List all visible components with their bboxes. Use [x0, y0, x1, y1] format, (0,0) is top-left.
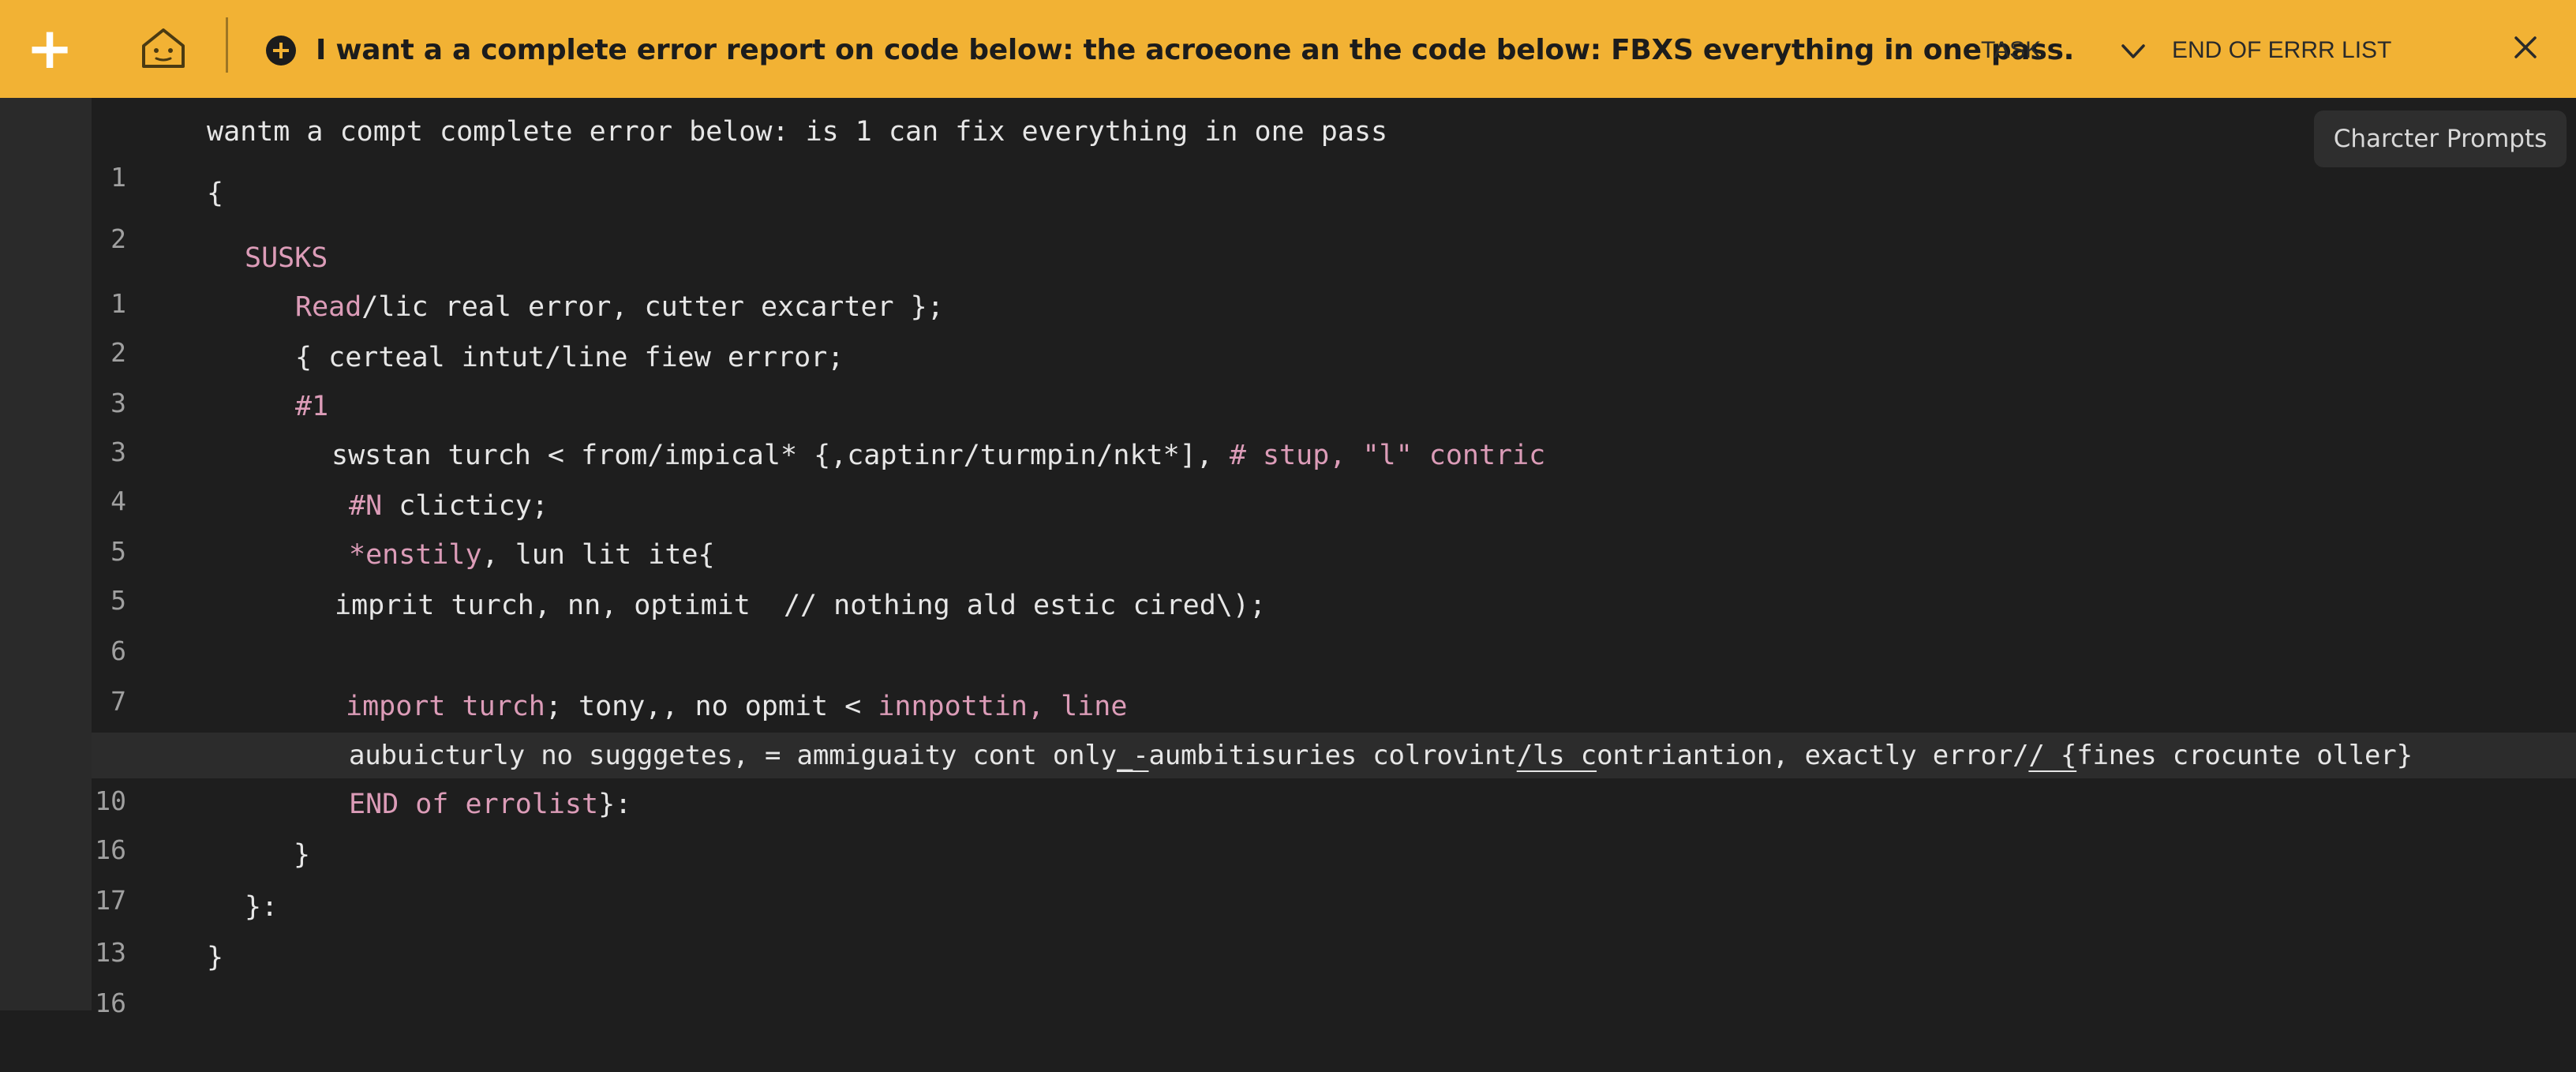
code-text: #1	[295, 391, 329, 422]
code-text: Read/lic real error, cutter excarter };	[295, 291, 944, 323]
code-text: swstan turch < from/impical* {,captinr/t…	[331, 440, 1546, 471]
code-text: SUSKS	[245, 242, 328, 274]
code-text: #N clicticy;	[349, 490, 549, 522]
code-line: 7	[92, 633, 2576, 717]
code-text: { certeal intut/line fiew errror;	[295, 342, 844, 373]
home-face-icon[interactable]	[139, 24, 188, 73]
code-text: }:	[245, 891, 279, 923]
plus-icon[interactable]: +	[25, 20, 74, 77]
line-number: 16	[95, 988, 126, 1018]
code-line: 8 import turch; tony,, no opmit < innpot…	[92, 684, 2576, 767]
code-line: 3 { certeal intut/line fiew errror;	[92, 335, 2576, 418]
code-line: 3 #1	[92, 384, 2576, 467]
code-text: imprit turch, nn, optimit // nothing ald…	[335, 590, 1267, 621]
code-line: 5 *enstily, lun lit ite{	[92, 532, 2576, 616]
task-title: I want a a complete error report on code…	[316, 34, 2075, 66]
chevron-down-icon[interactable]	[2120, 41, 2147, 62]
code-line: 1 SUSKS	[92, 235, 2576, 319]
code-line: 1 wantm a compt complete error below: is…	[92, 109, 2576, 193]
code-text: }	[207, 942, 224, 973]
task-banner: + I want a a complete error report on co…	[0, 0, 2576, 98]
add-circle-icon[interactable]	[265, 35, 297, 66]
code-line: 2 Read/lic real error, cutter excarter }…	[92, 284, 2576, 368]
code-line: 16 END of errolist}:	[92, 782, 2576, 865]
code-text: }	[294, 839, 311, 871]
code-text: aubuicturly no sugggetes, = ammiguaity c…	[349, 740, 2413, 771]
close-icon[interactable]	[2510, 32, 2541, 63]
code-line: 2 {	[92, 171, 2576, 254]
end-of-error-list-button[interactable]: END OF ERRR LIST	[2172, 35, 2391, 66]
code-text: wantm a compt complete error below: is 1…	[207, 116, 1388, 148]
code-line: 6 imprit turch, nn, optimit // nothing a…	[92, 583, 2576, 666]
code-text: import turch; tony,, no opmit < innpotti…	[346, 691, 1128, 722]
code-line: 17 }	[92, 832, 2576, 916]
code-line: 5 #N clicticy;	[92, 483, 2576, 567]
toolbar-divider	[226, 17, 228, 73]
code-line: 4 swstan turch < from/impical* {,captinr…	[92, 433, 2576, 516]
code-line: 13 }:	[92, 884, 2576, 968]
code-text: END of errolist}:	[349, 789, 632, 820]
task-label[interactable]: TASK	[1981, 35, 2041, 66]
code-text: {	[207, 178, 224, 209]
code-line-current: 10 aubuicturly no sugggetes, = ammiguait…	[92, 733, 2576, 816]
code-line: 16 }	[92, 935, 2576, 1018]
code-text: *enstily, lun lit ite{	[349, 539, 715, 571]
